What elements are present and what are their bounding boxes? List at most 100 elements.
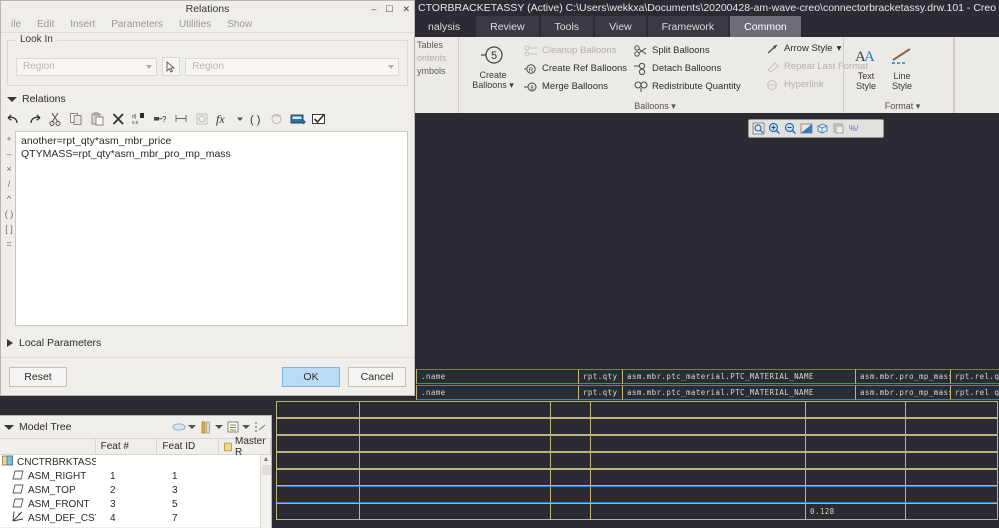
insert-from-file-icon[interactable] — [288, 110, 307, 129]
operator-minus[interactable]: – — [6, 150, 11, 158]
merge-balloons-button[interactable]: 8 Merge Balloons — [523, 78, 633, 95]
redistribute-quantity-button[interactable]: Redistribute Quantity — [633, 78, 747, 95]
column-header-name[interactable] — [0, 439, 96, 454]
table-cell-empty[interactable] — [906, 401, 998, 418]
table-cell-material[interactable]: asm.mbr.ptc_material.PTC_MATERIAL_NAME — [623, 385, 856, 400]
menu-edit[interactable]: Edit — [30, 19, 61, 30]
table-cell-empty[interactable] — [360, 486, 551, 503]
model-tree-collapse-icon[interactable] — [4, 425, 14, 430]
table-row[interactable] — [276, 452, 998, 469]
operator-multiply[interactable]: × — [6, 165, 11, 173]
table-row[interactable] — [276, 435, 998, 452]
verify-icon[interactable] — [309, 110, 328, 129]
table-cell-material[interactable]: asm.mbr.ptc_material.PTC_MATERIAL_NAME — [623, 369, 856, 384]
operator-brackets[interactable]: [ ] — [5, 225, 13, 233]
table-row[interactable] — [276, 469, 998, 486]
relations-section-header[interactable]: Relations — [7, 93, 414, 105]
local-parameters-header[interactable]: Local Parameters — [7, 337, 414, 349]
minimize-icon[interactable]: – — [371, 4, 376, 14]
table-row[interactable]: .name rpt.qty asm.mbr.ptc_material.PTC_M… — [416, 369, 999, 384]
filter-icon[interactable] — [171, 420, 186, 435]
list-item[interactable]: ASM_TOP 2 3 — [0, 483, 271, 497]
undo-icon[interactable] — [4, 110, 23, 129]
table-cell-qtymass[interactable]: rpt.rel.qtymass — [951, 369, 999, 384]
table-cell-empty[interactable] — [906, 452, 998, 469]
format-group-title[interactable]: Format ▾ — [848, 101, 957, 112]
tab-common[interactable]: Common — [730, 16, 801, 37]
table-cell-empty[interactable] — [276, 401, 360, 418]
relations-dialog-titlebar[interactable]: Relations – ☐ ✕ — [1, 1, 414, 17]
function-icon[interactable]: fx — [214, 110, 233, 129]
table-cell-empty[interactable] — [806, 469, 906, 486]
table-cell-empty[interactable] — [551, 503, 591, 520]
display-style-icon[interactable] — [815, 121, 830, 136]
table-cell-value[interactable]: 0.128 — [806, 503, 906, 520]
table-row[interactable]: .name rpt.qty asm.mbr.ptc_material.PTC_M… — [416, 385, 999, 400]
saved-view-icon[interactable] — [831, 121, 846, 136]
scrollbar-thumb[interactable] — [262, 465, 271, 475]
units-convert-icon[interactable] — [267, 110, 286, 129]
operator-plus[interactable]: + — [6, 135, 11, 143]
table-cell-empty[interactable] — [276, 418, 360, 435]
table-cell-empty[interactable] — [591, 469, 806, 486]
table-cell-qtymass[interactable]: rpt.rel qtymass — [951, 385, 999, 400]
table-cell-empty[interactable] — [551, 401, 591, 418]
table-cell-empty[interactable] — [360, 435, 551, 452]
ribbon-label-symbols[interactable]: ymbols — [416, 66, 456, 76]
menu-parameters[interactable]: Parameters — [104, 19, 170, 30]
table-cell-empty[interactable] — [276, 503, 360, 520]
delete-icon[interactable] — [109, 110, 128, 129]
table-cell-empty[interactable] — [551, 469, 591, 486]
operator-equals[interactable]: = — [6, 240, 11, 248]
close-icon[interactable]: ✕ — [402, 4, 410, 15]
cancel-button[interactable]: Cancel — [348, 367, 406, 387]
look-in-object-select[interactable]: Region — [185, 58, 399, 76]
menu-insert[interactable]: Insert — [63, 19, 102, 30]
table-cell-empty[interactable] — [591, 435, 806, 452]
tab-view[interactable]: View — [595, 16, 646, 37]
table-cell-empty[interactable] — [360, 401, 551, 418]
table-cell-empty[interactable] — [591, 486, 806, 503]
cut-icon[interactable] — [46, 110, 65, 129]
tree-columns-caret-icon[interactable] — [242, 425, 250, 429]
sort-relations-icon[interactable]: d| 0.0 — [130, 110, 149, 129]
datum-display-icon[interactable]: %/ — [847, 121, 862, 136]
table-cell-empty[interactable] — [276, 469, 360, 486]
table-row[interactable] — [276, 486, 998, 503]
model-tree-scrollbar[interactable]: ▲ — [260, 455, 271, 527]
table-cell-empty[interactable] — [806, 401, 906, 418]
create-ref-balloons-button[interactable]: R Create Ref Balloons — [523, 60, 633, 77]
zoom-out-icon[interactable] — [783, 121, 798, 136]
list-item[interactable]: CNCTRBRKTASSY_DRILLS — [0, 455, 271, 469]
relations-text-editor[interactable]: another=rpt_qty*asm_mbr_price QTYMASS=rp… — [15, 131, 408, 326]
table-cell-empty[interactable] — [551, 452, 591, 469]
column-header-master-rep[interactable]: Master R — [219, 439, 271, 454]
table-row[interactable]: 0.128 — [276, 503, 998, 520]
table-cell-empty[interactable] — [906, 418, 998, 435]
balloons-group-title[interactable]: Balloons ▾ — [463, 101, 847, 112]
table-cell-empty[interactable] — [591, 418, 806, 435]
tab-analysis[interactable]: nalysis — [414, 16, 474, 37]
select-object-button[interactable] — [162, 57, 181, 76]
table-cell-empty[interactable] — [360, 469, 551, 486]
table-cell-empty[interactable] — [276, 452, 360, 469]
table-cell-empty[interactable] — [906, 435, 998, 452]
display-toggle-icon[interactable] — [252, 420, 267, 435]
copy-icon[interactable] — [67, 110, 86, 129]
list-item[interactable]: y ASM_DEF_CSYS 4 7 — [0, 511, 271, 525]
arrow-style-caret-icon[interactable]: ▾ — [837, 43, 842, 54]
column-header-feat-id[interactable]: Feat ID — [157, 439, 219, 454]
split-balloons-button[interactable]: Split Balloons — [633, 42, 747, 59]
table-cell-empty[interactable] — [806, 435, 906, 452]
zoom-box-icon[interactable] — [751, 121, 766, 136]
parentheses-icon[interactable]: ( ) — [246, 110, 265, 129]
tab-framework[interactable]: Framework — [648, 16, 729, 37]
table-cell-empty[interactable] — [551, 435, 591, 452]
dimension-icon[interactable] — [172, 110, 191, 129]
table-cell-empty[interactable] — [276, 435, 360, 452]
table-cell-empty[interactable] — [360, 503, 551, 520]
table-cell-name[interactable]: .name — [416, 385, 579, 400]
detach-balloons-button[interactable]: Detach Balloons — [633, 60, 747, 77]
table-cell-name[interactable]: .name — [416, 369, 579, 384]
table-cell-empty[interactable] — [360, 452, 551, 469]
